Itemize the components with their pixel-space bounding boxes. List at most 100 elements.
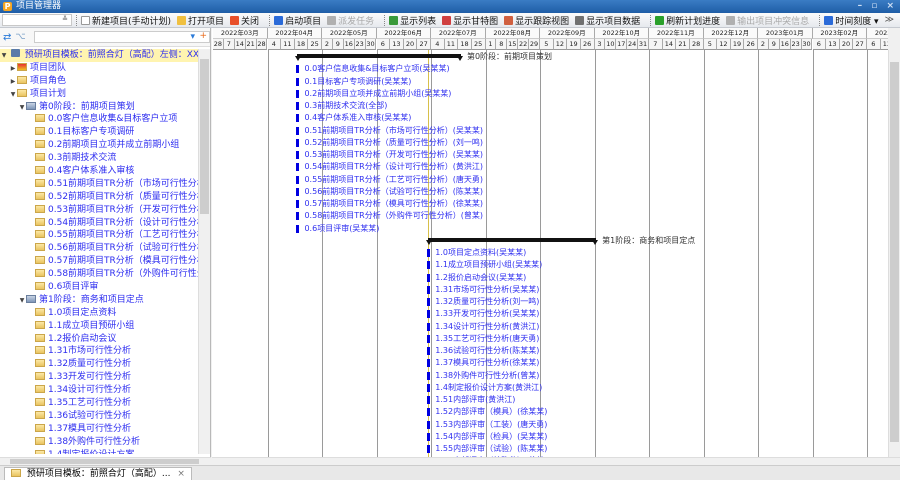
task-label: 1.54内部评审（检具）(吴某某): [435, 431, 548, 441]
task-milestone[interactable]: [427, 310, 431, 319]
tree-item[interactable]: 0.51前期项目TR分析（市场可行性分析）: [0, 178, 198, 191]
tree-item[interactable]: 0.3前期技术交流: [0, 152, 198, 165]
search-down-icon[interactable]: ▾: [190, 32, 195, 42]
tree-item[interactable]: ▶ 项目团队: [0, 62, 198, 75]
tab-project-template[interactable]: 预研项目模板：前照合灯（高配）... ×: [4, 467, 192, 480]
task-milestone[interactable]: [296, 89, 300, 98]
tree-item[interactable]: 1.0项目定点资料: [0, 307, 198, 320]
scrollbar-thumb[interactable]: [200, 59, 209, 214]
tree-item[interactable]: ▶ 项目角色: [0, 75, 198, 88]
toolbar-button-3[interactable]: 启动项目: [274, 14, 321, 27]
task-milestone[interactable]: [296, 163, 300, 172]
tree-item[interactable]: 1.2报价启动会议: [0, 333, 198, 346]
scrollbar-thumb[interactable]: [10, 459, 199, 464]
task-milestone[interactable]: [296, 212, 300, 221]
tab-close-icon[interactable]: ×: [177, 469, 185, 479]
toolbar-button-5[interactable]: 显示列表: [389, 14, 436, 27]
toolbar-button-11[interactable]: 时间刻度 ▾: [824, 14, 879, 27]
tree-item[interactable]: 1.35工艺可行性分析: [0, 397, 198, 410]
task-milestone[interactable]: [427, 261, 431, 270]
tree-item[interactable]: 1.4制定报价设计方案: [0, 449, 198, 454]
gantt-horizontal-scrollbar[interactable]: [212, 457, 900, 465]
tree-horizontal-scrollbar[interactable]: [0, 457, 211, 465]
task-milestone[interactable]: [427, 396, 431, 404]
toolbar-button-2[interactable]: 关闭: [230, 14, 259, 27]
phase-summary-bar[interactable]: [295, 54, 463, 61]
tree-item[interactable]: 0.0客户信息收集&目标客户立项: [0, 113, 198, 126]
task-milestone[interactable]: [427, 445, 431, 453]
new-document-icon: [81, 15, 90, 25]
tree-item[interactable]: 1.32质量可行性分析: [0, 358, 198, 371]
toolbar-button-4[interactable]: 派发任务: [327, 14, 374, 27]
tree-item[interactable]: ▼ 第0阶段：前期项目策划: [0, 101, 198, 114]
toolbar-button-0[interactable]: 新建项目(手动计划): [81, 14, 171, 27]
task-milestone[interactable]: [296, 65, 300, 74]
task-milestone[interactable]: [427, 359, 431, 368]
task-milestone[interactable]: [296, 200, 300, 208]
task-milestone[interactable]: [296, 151, 300, 159]
task-milestone[interactable]: [427, 285, 431, 294]
task-milestone[interactable]: [427, 408, 431, 417]
task-milestone[interactable]: [296, 77, 300, 86]
sync-icon[interactable]: ⇄: [3, 32, 11, 43]
task-milestone[interactable]: [427, 334, 431, 343]
tree-item[interactable]: 1.36试验可行性分析: [0, 410, 198, 423]
tree-item[interactable]: 0.2前期项目立项并成立前期小组: [0, 139, 198, 152]
task-milestone[interactable]: [296, 126, 300, 135]
task-milestone[interactable]: [296, 187, 300, 196]
tree-root[interactable]: ▼ 预研项目模板：前照合灯（高配）左侧：XXXXX: [0, 49, 198, 62]
task-milestone[interactable]: [427, 298, 431, 306]
toolbar-button-10[interactable]: 输出项目冲突信息: [726, 14, 809, 27]
task-milestone[interactable]: [296, 102, 300, 110]
task-milestone[interactable]: [296, 138, 300, 147]
task-milestone[interactable]: [427, 383, 431, 392]
task-milestone[interactable]: [427, 420, 431, 429]
task-milestone[interactable]: [427, 249, 431, 257]
tree-item[interactable]: ▼ 第1阶段：商务和项目定点: [0, 294, 198, 307]
tree-item[interactable]: 0.58前期项目TR分析（外购件可行性分析）: [0, 268, 198, 281]
task-milestone[interactable]: [427, 322, 431, 331]
tree-item[interactable]: 0.54前期项目TR分析（设计可行性分析）: [0, 217, 198, 230]
toolbar-button-8[interactable]: 显示项目数据: [575, 14, 640, 27]
timeline-week: 6: [376, 39, 391, 50]
add-icon[interactable]: +: [199, 31, 207, 41]
tree-item[interactable]: 0.6项目评审: [0, 281, 198, 294]
tree-item[interactable]: ▼ 项目计划: [0, 88, 198, 101]
scrollbar-thumb[interactable]: [890, 62, 899, 442]
folder-icon: [35, 423, 45, 432]
phase-summary-bar[interactable]: [426, 237, 598, 245]
tree-item[interactable]: 0.52前期项目TR分析（质量可行性分析）: [0, 191, 198, 204]
task-milestone[interactable]: [427, 347, 431, 355]
tree-item[interactable]: 1.38外购件可行性分析: [0, 436, 198, 449]
toolbar-button-9[interactable]: 刷新计划进度: [655, 14, 720, 27]
project-combo[interactable]: ≚: [2, 14, 72, 26]
tree-item[interactable]: 0.57前期项目TR分析（模具可行性分析）: [0, 255, 198, 268]
task-milestone[interactable]: [427, 371, 431, 380]
gantt-vertical-scrollbar[interactable]: [888, 50, 900, 457]
tree-item[interactable]: 1.37模具可行性分析: [0, 423, 198, 436]
tree-search-input[interactable]: ▾ +: [33, 31, 210, 43]
tree-item[interactable]: 0.56前期项目TR分析（试验可行性分析）: [0, 242, 198, 255]
tree-item-label: 0.56前期项目TR分析（试验可行性分析）: [48, 243, 198, 254]
task-milestone[interactable]: [427, 432, 431, 441]
task-milestone[interactable]: [296, 114, 300, 123]
tree-item[interactable]: 1.33开发可行性分析: [0, 371, 198, 384]
toolbar-overflow-button[interactable]: ≫: [885, 15, 894, 25]
tree-vertical-scrollbar[interactable]: [198, 49, 210, 454]
toolbar-button-6[interactable]: 显示甘特图: [442, 14, 498, 27]
tree-item[interactable]: 1.34设计可行性分析: [0, 384, 198, 397]
toolbar-button-7[interactable]: 显示跟踪视图: [504, 14, 569, 27]
tree-item[interactable]: 1.31市场可行性分析: [0, 345, 198, 358]
tree-item[interactable]: 0.1目标客户专项调研: [0, 126, 198, 139]
tree-item[interactable]: 1.1成立项目预研小组: [0, 320, 198, 333]
task-milestone[interactable]: [427, 273, 431, 282]
toolbar-button-1[interactable]: 打开项目: [177, 14, 224, 27]
tree-item[interactable]: 0.55前期项目TR分析（工艺可行性分析）: [0, 229, 198, 242]
tree-item[interactable]: 0.4客户体系准入审核: [0, 165, 198, 178]
combo-arrow-icon[interactable]: ≚: [62, 15, 68, 23]
filter-icon[interactable]: ⌥: [15, 32, 25, 42]
window-controls[interactable]: – ▫ ×: [858, 0, 897, 13]
tree-item[interactable]: 0.53前期项目TR分析（开发可行性分析）: [0, 204, 198, 217]
task-milestone[interactable]: [296, 224, 300, 233]
task-milestone[interactable]: [296, 175, 300, 184]
